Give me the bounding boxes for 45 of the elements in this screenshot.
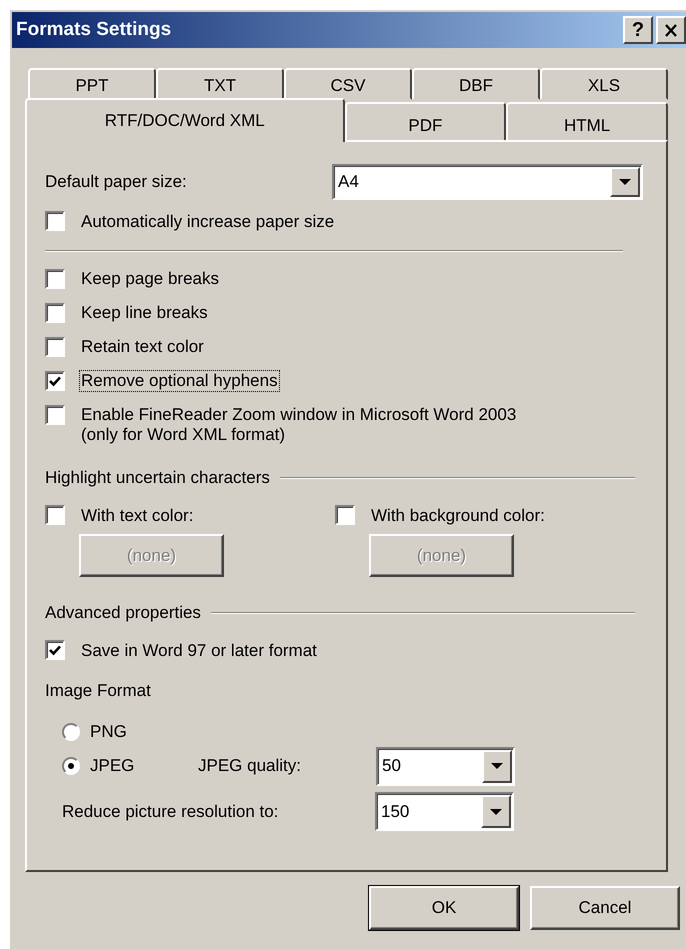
group-title: Advanced properties bbox=[45, 603, 201, 623]
checkbox-label: Keep line breaks bbox=[80, 302, 209, 324]
checkbox-label: Keep page breaks bbox=[80, 268, 220, 290]
paper-size-dropdown[interactable]: A4 bbox=[332, 164, 643, 200]
paper-size-label: Default paper size: bbox=[45, 172, 188, 192]
jpeg-quality-label: JPEG quality: bbox=[198, 756, 302, 776]
checkbox-label: Remove optional hyphens bbox=[79, 370, 280, 392]
tab[interactable]: TXT bbox=[156, 68, 284, 100]
tab[interactable]: RTF/DOC/Word XML bbox=[25, 98, 344, 142]
checkbox[interactable] bbox=[45, 337, 65, 357]
radio-button[interactable] bbox=[62, 723, 80, 741]
checkbox[interactable] bbox=[45, 303, 65, 323]
checkbox-label: With background color: bbox=[370, 505, 546, 527]
checkbox[interactable] bbox=[45, 269, 65, 289]
group-title: Highlight uncertain characters bbox=[45, 468, 270, 488]
checkbox-label: With text color: bbox=[80, 505, 194, 527]
radio-label: JPEG bbox=[90, 756, 136, 776]
help-button[interactable]: ? bbox=[623, 16, 653, 44]
resolution-label: Reduce picture resolution to: bbox=[62, 802, 280, 822]
jpeg-quality-dropdown[interactable]: 50 bbox=[376, 746, 515, 786]
window-title: Formats Settings bbox=[16, 19, 172, 41]
radio-button[interactable] bbox=[62, 757, 80, 775]
close-button[interactable] bbox=[656, 16, 686, 44]
tab[interactable]: XLS bbox=[540, 68, 668, 100]
tab[interactable]: PPT bbox=[28, 68, 156, 100]
checkbox-label: Automatically increase paper size bbox=[80, 211, 336, 233]
resolution-dropdown[interactable]: 150 bbox=[375, 792, 514, 831]
checkbox-label: Enable FineReader Zoom window in Microsoft Word 2003 (only for Word XML format) bbox=[80, 404, 518, 446]
tab[interactable]: HTML bbox=[506, 102, 668, 142]
checkbox-label: Save in Word 97 or later format bbox=[80, 640, 318, 662]
tab[interactable]: CSV bbox=[284, 68, 412, 100]
checkbox[interactable] bbox=[45, 405, 65, 425]
dialog-button[interactable]: OK bbox=[369, 886, 519, 930]
checkbox[interactable] bbox=[45, 371, 65, 391]
check-icon bbox=[49, 644, 61, 656]
dialog-button[interactable]: Cancel bbox=[530, 886, 680, 930]
radio-label: PNG bbox=[90, 722, 128, 742]
checkbox-label: Retain text color bbox=[80, 336, 205, 358]
section-label: Image Format bbox=[45, 681, 152, 701]
tab[interactable]: DBF bbox=[412, 68, 540, 100]
close-icon bbox=[664, 24, 678, 36]
checkbox[interactable] bbox=[45, 211, 65, 231]
tab[interactable]: PDF bbox=[344, 102, 506, 142]
check-icon bbox=[49, 376, 61, 386]
checkbox[interactable] bbox=[45, 640, 65, 660]
